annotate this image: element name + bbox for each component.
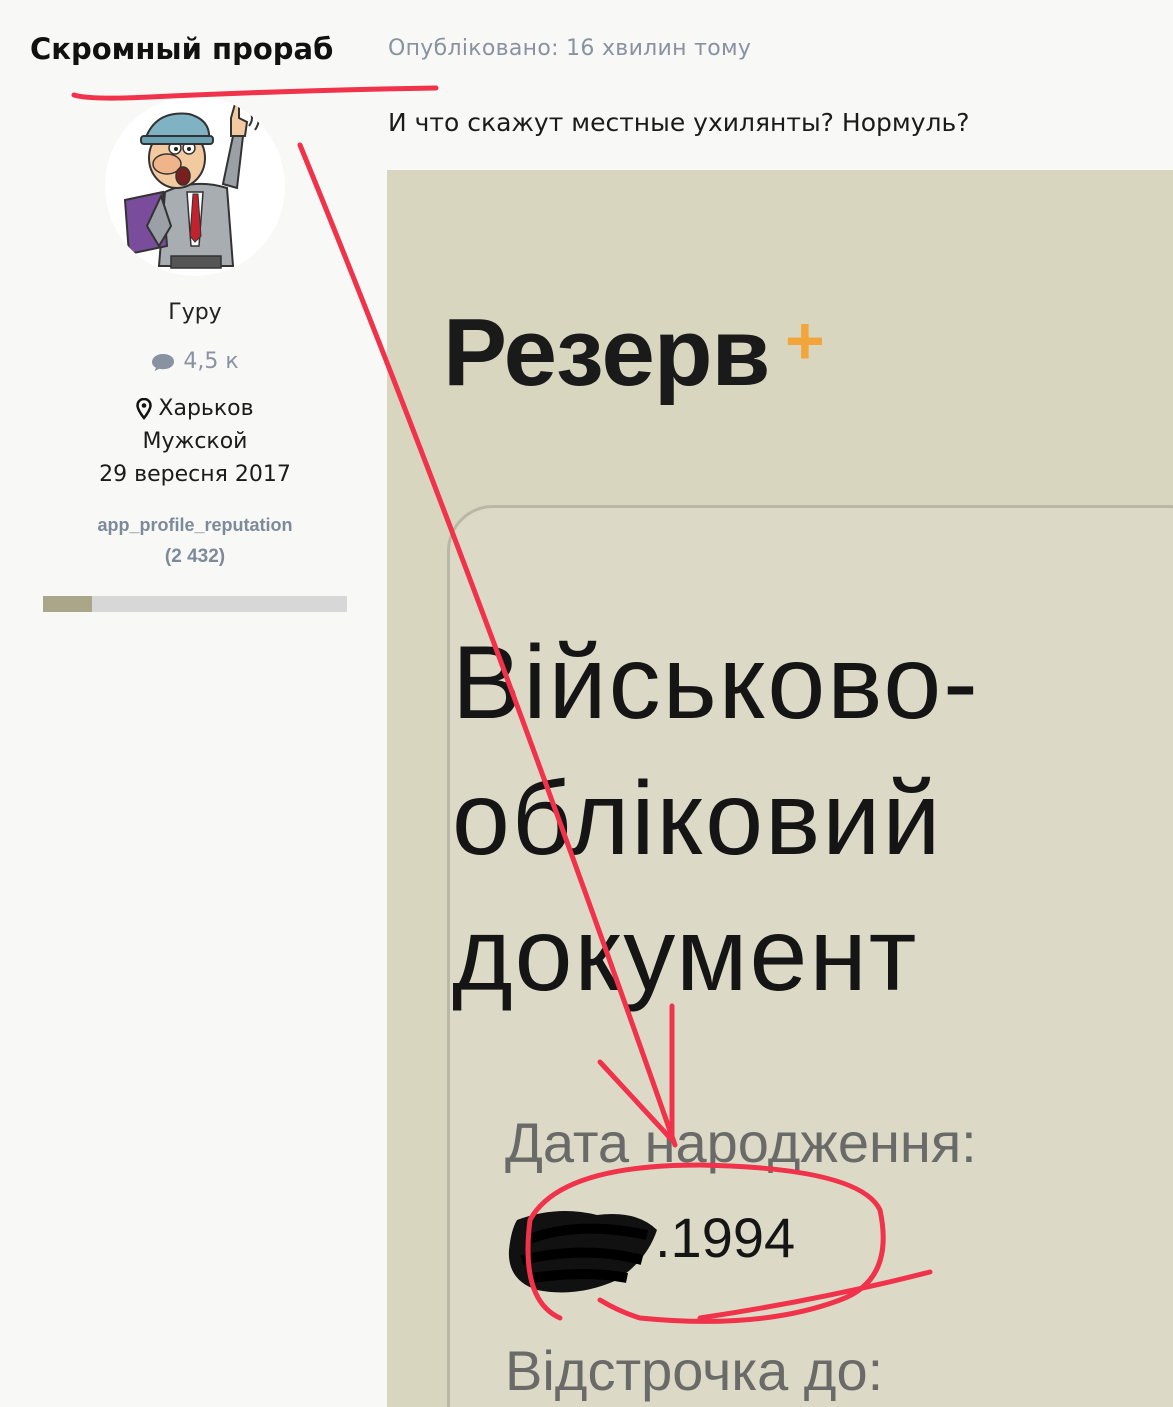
author-info-panel: Гуру 4,5 к Харьков Мужской 29 вересня 20…: [40, 300, 350, 612]
birth-date-label: Дата народження:: [505, 1111, 977, 1174]
map-marker-icon: [136, 397, 153, 420]
deferral-until-label: Відстрочка до:: [505, 1339, 884, 1402]
brand-plus-icon: +: [785, 303, 825, 379]
redaction-scribble: [508, 1211, 657, 1293]
author-posts-count[interactable]: 4,5 к: [40, 349, 350, 374]
document-title: Військово- обліковий документ: [452, 615, 980, 1023]
post-image-attachment[interactable]: Резерв + Військово- обліковий документ Д…: [387, 170, 1173, 1407]
author-name-link[interactable]: Скромный прораб: [30, 32, 333, 66]
reputation-bar-fill: [43, 596, 92, 612]
post-body-text: И что скажут местные ухилянты? Нормуль?: [388, 108, 970, 137]
construction-foreman-avatar-image: [123, 103, 260, 269]
annotation-underline: [71, 85, 439, 101]
document-title-line-3: документ: [452, 897, 919, 1013]
reputation-count: (2 432): [164, 546, 226, 567]
birth-year: .1994: [655, 1206, 796, 1269]
posts-count-value: 4,5 к: [183, 349, 239, 374]
reputation-bar: [43, 596, 347, 612]
post-timestamp: Опубліковано: 16 хвилин тому: [388, 36, 752, 61]
document-title-line-2: обліковий: [452, 761, 943, 877]
author-gender: Мужской: [142, 429, 248, 454]
author-avatar[interactable]: [105, 96, 285, 276]
author-rank: Гуру: [168, 300, 222, 325]
comment-icon: [152, 353, 175, 371]
reputation-label: app_profile_reputation: [97, 515, 293, 535]
location-value: Харьков: [158, 396, 254, 421]
document-title-line-1: Військово-: [452, 625, 980, 741]
author-location: Харьков: [40, 396, 350, 421]
document-brand-title: Резерв: [443, 299, 771, 406]
author-joined-date: 29 вересня 2017: [99, 462, 291, 487]
